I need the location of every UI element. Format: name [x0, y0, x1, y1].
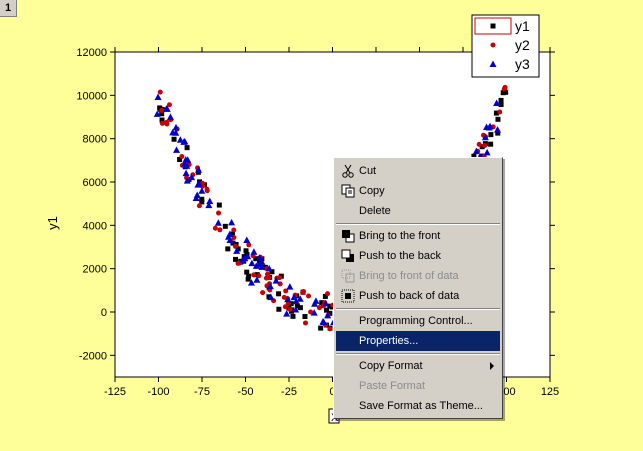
data-point-y2 [251, 272, 257, 278]
data-point-y1 [222, 223, 228, 229]
data-point-y2 [282, 304, 288, 310]
menu-item-copy-format[interactable]: Copy Format [336, 356, 500, 376]
data-point-y2 [216, 210, 222, 216]
data-point-y2 [482, 142, 488, 148]
legend-label-y1: y1 [515, 18, 530, 34]
menu-item-push-to-back[interactable]: Push to the back [336, 246, 500, 266]
data-point-y1 [225, 246, 231, 252]
data-point-y2 [325, 291, 331, 297]
data-point-y2 [327, 326, 333, 332]
menu-item-delete[interactable]: Delete [336, 201, 500, 221]
y-tick-label: 4000 [83, 220, 107, 232]
y-tick-label: 10000 [76, 90, 107, 102]
scatter-graph: -125-100-75-50-250255075100125-200002000… [45, 14, 559, 424]
data-point-y1 [495, 116, 501, 122]
menu-separator [336, 308, 500, 310]
menu-item-label: Programming Control... [359, 315, 473, 327]
x-tick-label: -100 [147, 386, 169, 398]
data-point-y2 [164, 121, 170, 127]
legend-marker-y2 [490, 42, 496, 48]
menu-item-label: Bring to the front [359, 230, 441, 242]
data-point-y2 [204, 188, 210, 194]
data-point-y2 [231, 227, 237, 233]
data-point-y2 [217, 227, 223, 233]
context-menu[interactable]: Cut Copy Delete Bring to the front Push … [333, 157, 503, 419]
y-tick-label: -2000 [79, 350, 107, 362]
push-back-data-icon [341, 289, 355, 303]
data-point-y2 [260, 290, 266, 296]
menu-item-label: Copy [359, 185, 385, 197]
data-point-y2 [157, 89, 163, 95]
menu-item-cut[interactable]: Cut [336, 161, 500, 181]
data-point-y1 [243, 248, 249, 254]
data-point-y2 [196, 203, 202, 209]
menu-separator [336, 223, 500, 225]
data-point-y2 [287, 306, 293, 312]
submenu-arrow-icon [490, 362, 494, 370]
data-point-y1 [302, 314, 308, 320]
legend-label-y2: y2 [515, 37, 530, 53]
y-tick-label: 6000 [83, 177, 107, 189]
data-point-y1 [498, 97, 504, 103]
menu-item-label: Paste Format [359, 380, 426, 392]
y-tick-label: 8000 [83, 134, 107, 146]
data-point-y2 [497, 109, 503, 115]
menu-item-bring-to-front[interactable]: Bring to the front [336, 226, 500, 246]
menu-item-programming-control[interactable]: Programming Control... [336, 311, 500, 331]
x-tick-label: -125 [104, 386, 126, 398]
data-point-y2 [179, 153, 185, 159]
menu-item-label: Push to the back [359, 250, 441, 262]
data-point-y1 [276, 306, 282, 312]
x-tick-label: -25 [281, 386, 297, 398]
data-point-y1 [216, 202, 222, 208]
menu-item-label: Properties... [359, 335, 419, 347]
data-point-y1 [184, 145, 190, 151]
y-tick-label: 0 [101, 307, 107, 319]
menu-item-push-to-back-of-data[interactable]: Push to back of data [336, 286, 500, 306]
y-tick-label: 12000 [76, 47, 107, 59]
data-point-y2 [301, 289, 307, 295]
data-point-y1 [246, 273, 252, 279]
data-point-y2 [266, 275, 272, 281]
data-point-y1 [488, 141, 494, 147]
menu-item-label: Cut [359, 165, 377, 177]
menu-item-label: Save Format as Theme... [359, 400, 483, 412]
data-point-y1 [290, 313, 296, 319]
legend[interactable]: y1 y2 y3 [471, 14, 540, 78]
legend-marker-y1 [490, 23, 496, 29]
x-tick-label: -50 [238, 386, 254, 398]
data-point-y2 [232, 243, 238, 249]
menu-item-save-format-as-theme[interactable]: Save Format as Theme... [336, 396, 500, 416]
x-tick-label: 125 [541, 386, 559, 398]
menu-item-paste-format: Paste Format [336, 376, 500, 396]
menu-separator [336, 353, 500, 355]
menu-item-copy[interactable]: Copy [336, 181, 500, 201]
data-point-y2 [476, 141, 482, 147]
menu-item-label: Bring to front of data [359, 270, 459, 282]
bring-front-data-icon [341, 269, 355, 283]
data-point-y1 [318, 325, 324, 331]
y-tick-label: 2000 [83, 264, 107, 276]
push-back-icon [341, 249, 355, 263]
copy-icon [341, 184, 355, 198]
menu-item-label: Copy Format [359, 360, 423, 372]
data-point-y1 [488, 132, 494, 138]
bring-front-icon [341, 229, 355, 243]
menu-item-label: Push to back of data [359, 290, 460, 302]
legend-label-y3: y3 [515, 56, 530, 72]
data-point-y2 [501, 86, 507, 92]
menu-item-label: Delete [359, 205, 391, 217]
data-point-y2 [159, 120, 165, 126]
data-point-y1 [276, 291, 282, 297]
menu-item-properties[interactable]: Properties... [336, 331, 500, 351]
y-axis-title[interactable]: y1 [45, 216, 60, 230]
x-tick-label: -75 [194, 386, 210, 398]
data-point-y2 [306, 293, 312, 299]
data-point-y2 [303, 320, 309, 326]
data-point-y2 [246, 242, 252, 248]
menu-item-bring-to-front-of-data: Bring to front of data [336, 266, 500, 286]
data-point-y2 [212, 225, 218, 231]
scissors-icon [341, 164, 355, 178]
data-point-y1 [171, 136, 177, 142]
